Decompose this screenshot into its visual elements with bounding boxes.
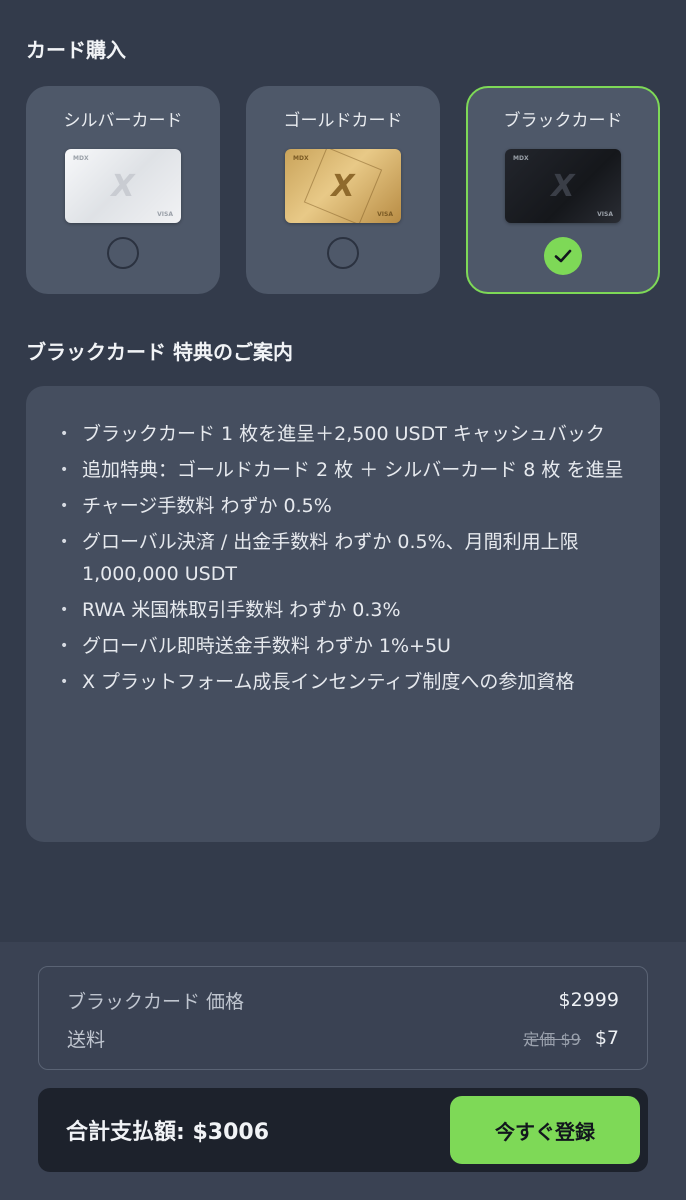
- checkmark-icon[interactable]: [544, 237, 582, 275]
- price-summary: ブラックカード 価格 $2999 送料 定価 $9 $7: [38, 966, 648, 1070]
- card-price-row: ブラックカード 価格 $2999: [67, 981, 619, 1019]
- radio-unselected-icon[interactable]: [327, 237, 359, 269]
- black-card-image: MDX X VISA: [505, 149, 621, 223]
- card-option-silver[interactable]: シルバーカード MDX X VISA: [26, 86, 220, 294]
- list-item: ブラックカード 1 枚を進呈＋2,500 USDT キャッシュバック: [60, 418, 624, 450]
- benefits-list: ブラックカード 1 枚を進呈＋2,500 USDT キャッシュバック 追加特典：…: [60, 418, 624, 698]
- shipping-original-price: 定価 $9: [523, 1030, 581, 1049]
- list-item: X プラットフォーム成長インセンティブ制度への参加資格: [60, 666, 624, 698]
- list-item: RWA 米国株取引手数料 わずか 0.3%: [60, 594, 624, 626]
- radio-unselected-icon[interactable]: [107, 237, 139, 269]
- card-price-label: ブラックカード 価格: [67, 990, 245, 1013]
- shipping-row: 送料 定価 $9 $7: [67, 1019, 619, 1057]
- card-option-gold[interactable]: ゴールドカード MDX X VISA: [246, 86, 440, 294]
- list-item: グローバル即時送金手数料 わずか 1%+5U: [60, 630, 624, 662]
- card-name-silver: シルバーカード: [63, 111, 183, 131]
- benefits-title: ブラックカード 特典のご案内: [26, 340, 293, 364]
- card-name-black: ブラックカード: [503, 111, 623, 131]
- total-bar: 合計支払額: $3006 今すぐ登録: [38, 1088, 648, 1172]
- card-selector: シルバーカード MDX X VISA ゴールドカード MDX X VISA ブラ…: [26, 86, 660, 294]
- card-name-gold: ゴールドカード: [283, 111, 403, 131]
- card-option-black[interactable]: ブラックカード MDX X VISA: [466, 86, 660, 294]
- list-item: 追加特典：ゴールドカード 2 枚 ＋ シルバーカード 8 枚 を進呈: [60, 454, 624, 486]
- card-price-value: $2999: [558, 989, 619, 1011]
- list-item: チャージ手数料 わずか 0.5%: [60, 490, 624, 522]
- gold-card-image: MDX X VISA: [285, 149, 401, 223]
- checkout-footer: ブラックカード 価格 $2999 送料 定価 $9 $7 合計支払額: $300…: [0, 942, 686, 1200]
- shipping-price: $7: [594, 1027, 619, 1049]
- purchase-title: カード購入: [26, 38, 126, 62]
- silver-card-image: MDX X VISA: [65, 149, 181, 223]
- shipping-label: 送料: [67, 1028, 106, 1051]
- register-now-button[interactable]: 今すぐ登録: [450, 1096, 640, 1164]
- benefits-panel: ブラックカード 1 枚を進呈＋2,500 USDT キャッシュバック 追加特典：…: [26, 386, 660, 842]
- list-item: グローバル決済 / 出金手数料 わずか 0.5%、月間利用上限 1,000,00…: [60, 526, 624, 590]
- total-amount: 合計支払額: $3006: [66, 1120, 269, 1145]
